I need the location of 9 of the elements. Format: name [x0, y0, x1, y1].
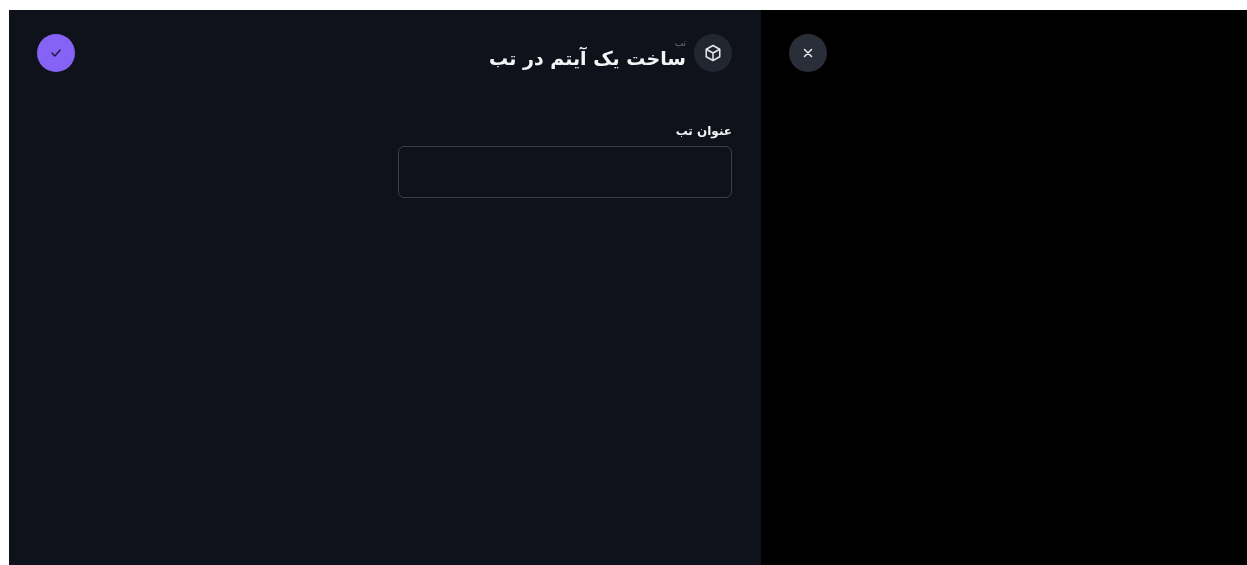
- breadcrumb: تب: [673, 38, 686, 48]
- confirm-button[interactable]: [37, 34, 75, 72]
- field-label: عنوان تب: [674, 124, 732, 138]
- check-icon: [49, 46, 63, 60]
- cube-icon: [694, 34, 732, 72]
- close-icon: [801, 46, 815, 60]
- close-button[interactable]: [789, 34, 827, 72]
- title-input[interactable]: [398, 146, 732, 198]
- dialog-title: ساخت یک آیتم در تب: [489, 48, 686, 68]
